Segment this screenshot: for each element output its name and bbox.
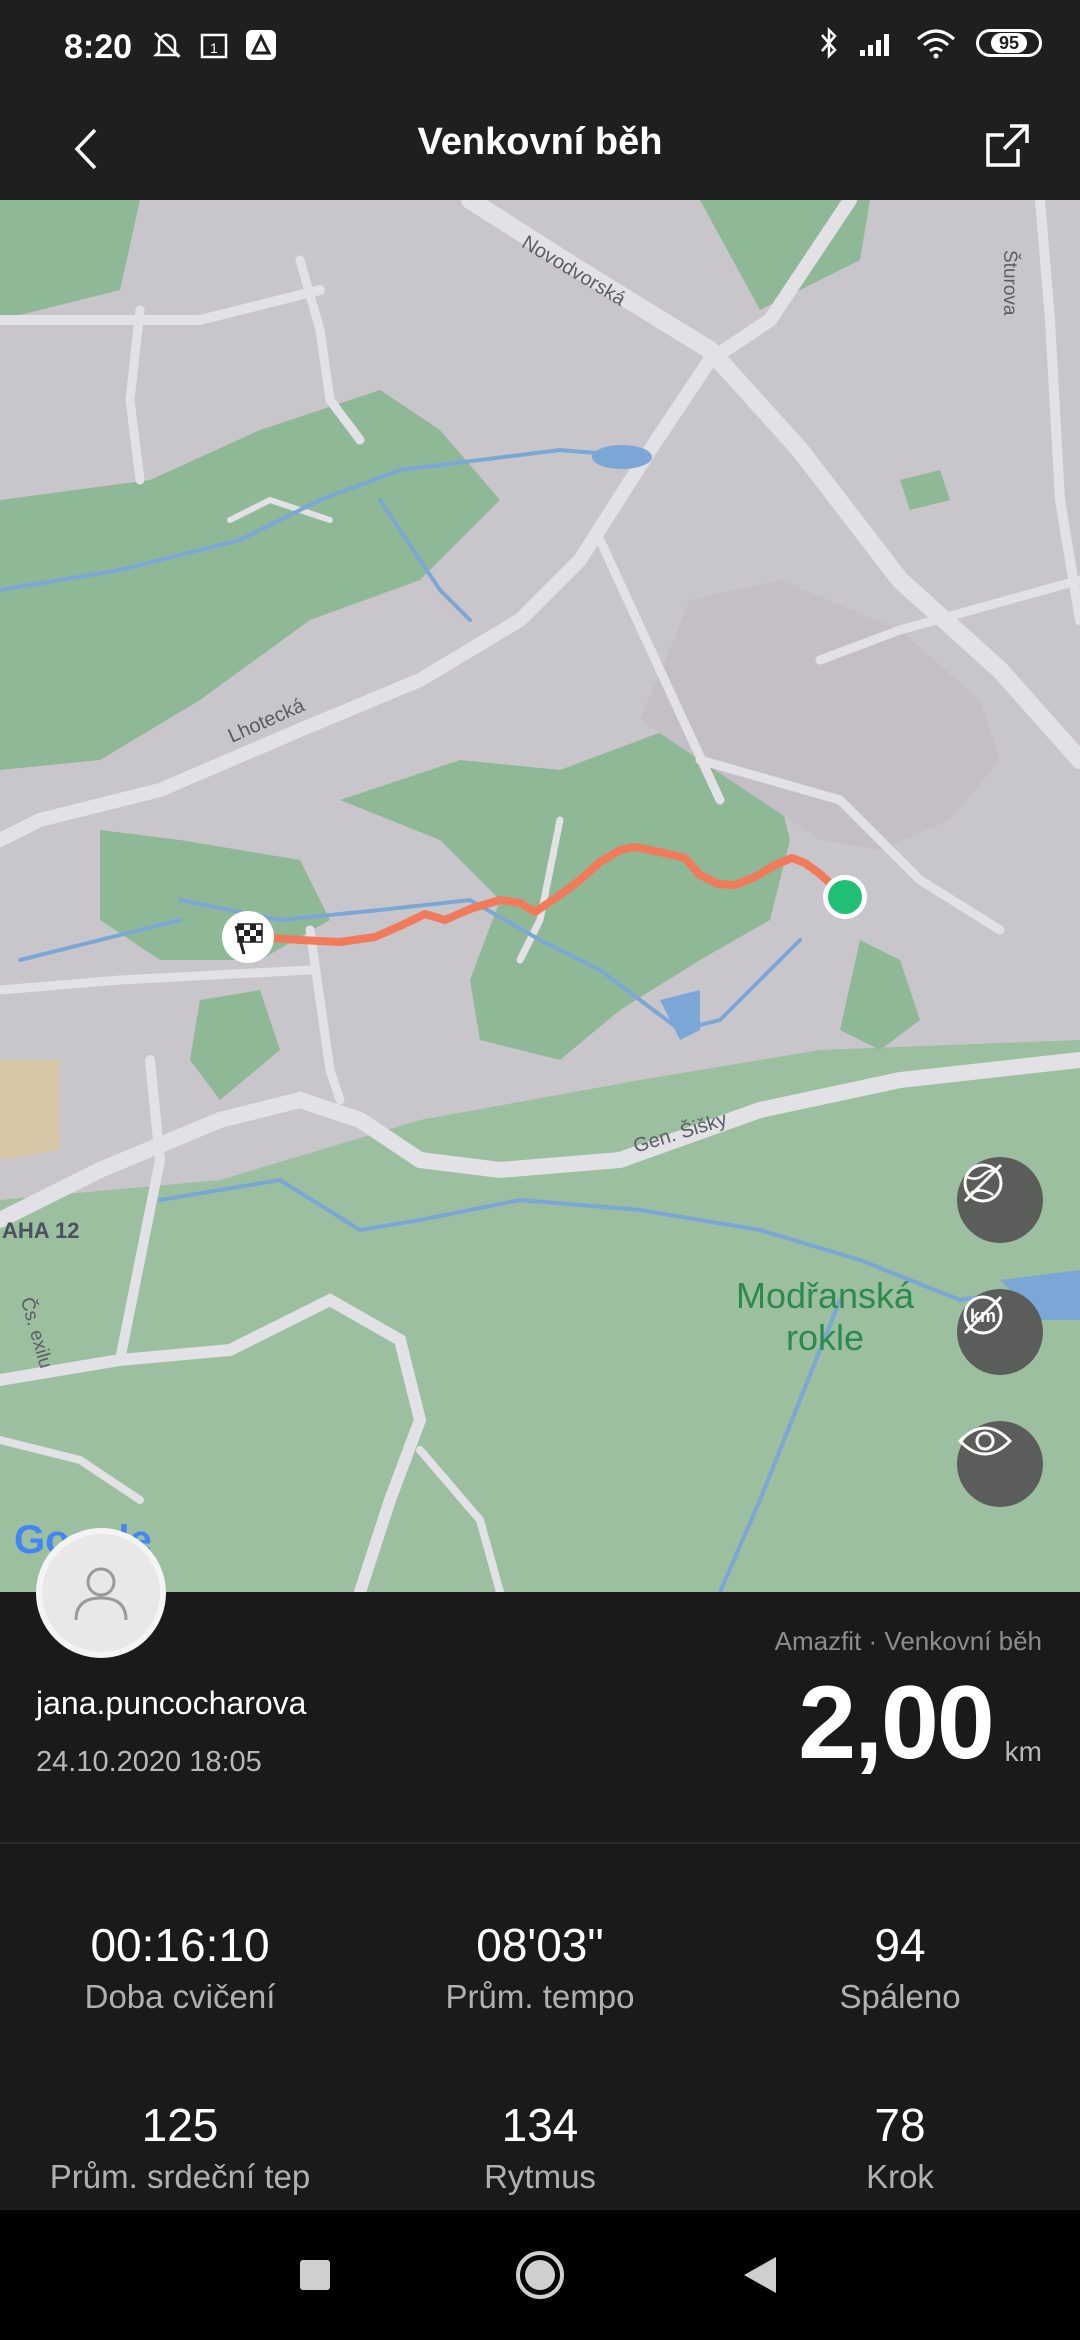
distance-value: 2,00	[798, 1665, 994, 1781]
status-system-icons: 95	[818, 26, 1042, 60]
bluetooth-icon	[821, 26, 837, 60]
home-button[interactable]	[505, 2240, 575, 2310]
route-map[interactable]: Novodvorská Šturova Lhotecká Gen. Šišky …	[0, 200, 1080, 1592]
satellite-toggle-button[interactable]	[957, 1157, 1043, 1243]
street-label: AHA 12	[2, 1218, 80, 1243]
stats-grid: 00:16:10 Doba cvičení 08'03" Prům. tempo…	[0, 1844, 1080, 2210]
wifi-icon	[917, 29, 955, 59]
user-icon	[74, 1567, 128, 1621]
stat-value: 125	[141, 2099, 219, 2151]
stat-duration: 00:16:10 Doba cvičení	[0, 1918, 360, 2016]
battery-icon: 95	[976, 29, 1042, 57]
stat-value: 08'03"	[476, 1919, 604, 1971]
app-bar: Venkovní běh	[0, 95, 1080, 200]
park-label: Modřanská rokle	[735, 1275, 915, 1358]
distance: 2,00 km	[798, 1668, 1042, 1778]
stat-calories: 94 Spáleno	[720, 1918, 1080, 2016]
page-title: Venkovní běh	[417, 121, 663, 163]
app-notification-icon	[246, 30, 276, 60]
stat-value: 00:16:10	[90, 1919, 270, 1971]
km-markers-toggle-icon: km	[963, 1295, 1003, 1335]
stat-label: Spáleno	[839, 1978, 961, 2015]
workout-datetime: 24.10.2020 18:05	[36, 1746, 262, 1778]
street-label: Šturova	[999, 250, 1020, 316]
stat-label: Krok	[866, 2158, 934, 2195]
recents-button[interactable]	[280, 2240, 350, 2310]
status-bar: 8:20 1 95	[0, 0, 1080, 95]
map-canvas	[0, 200, 1080, 1592]
triangle-back-icon	[744, 2257, 776, 2293]
svg-text:1: 1	[210, 40, 218, 56]
stat-stride: 78 Krok	[720, 2098, 1080, 2196]
stat-heart-rate: 125 Prům. srdeční tep	[0, 2098, 360, 2196]
stat-value: 78	[874, 2099, 926, 2151]
muted-bell-icon	[152, 32, 182, 58]
status-time: 8:20	[64, 28, 133, 66]
stat-label: Prům. tempo	[445, 1978, 635, 2015]
satellite-toggle-icon	[963, 1163, 1003, 1203]
share-button[interactable]	[974, 113, 1040, 179]
workout-source: Amazfit · Venkovní běh	[774, 1626, 1042, 1656]
km-markers-toggle-button[interactable]: km	[957, 1289, 1043, 1375]
stat-label: Doba cvičení	[84, 1978, 276, 2015]
stat-cadence: 134 Rytmus	[360, 2098, 720, 2196]
username: jana.puncocharova	[36, 1685, 307, 1721]
visibility-toggle-button[interactable]	[957, 1421, 1043, 1507]
distance-unit: km	[1004, 1736, 1042, 1767]
home-circle-icon	[516, 2251, 564, 2299]
status-notification-icons: 1	[150, 28, 278, 62]
stat-label: Prům. srdeční tep	[49, 2158, 311, 2195]
stat-value: 94	[874, 1919, 926, 1971]
stat-value: 134	[501, 2099, 579, 2151]
back-nav-button[interactable]	[725, 2240, 795, 2310]
system-nav-bar	[0, 2210, 1080, 2340]
avatar[interactable]	[36, 1528, 166, 1658]
eye-icon	[957, 1426, 1013, 1456]
share-icon	[986, 124, 1029, 167]
square-icon	[300, 2260, 330, 2290]
calendar-icon: 1	[200, 33, 228, 59]
signal-icon	[860, 34, 889, 56]
battery-level: 95	[990, 33, 1028, 53]
stat-label: Rytmus	[484, 2158, 596, 2195]
stat-pace: 08'03" Prům. tempo	[360, 1918, 720, 2016]
